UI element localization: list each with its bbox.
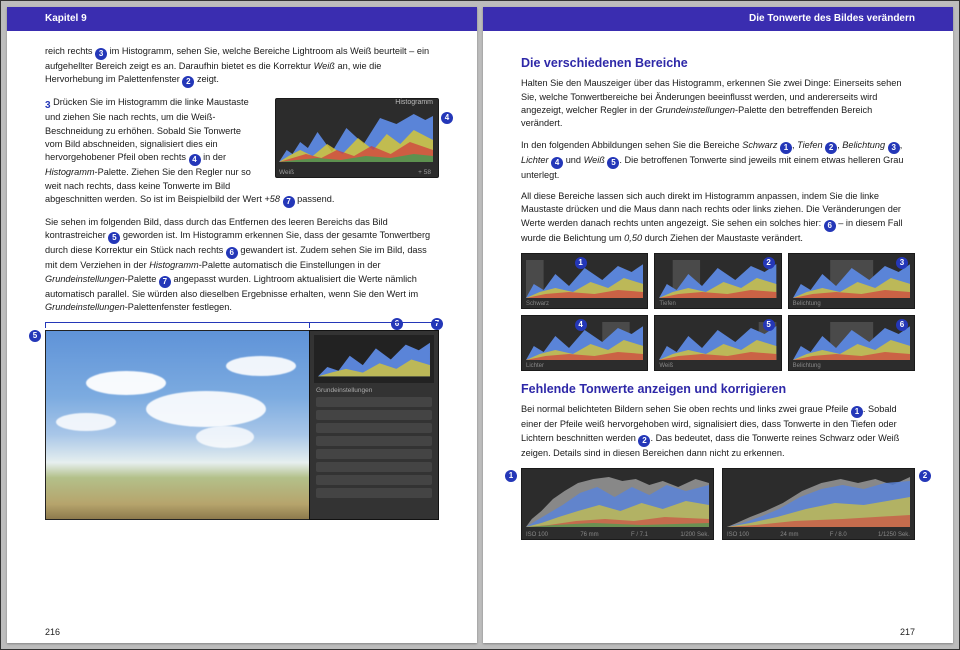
page-left: Kapitel 9 reich rechts 3 im Histogramm, …	[7, 7, 477, 643]
histogram-label: Histogramm	[395, 99, 433, 106]
callout-2: 2	[763, 257, 775, 269]
callout-2: 2	[638, 435, 650, 447]
thumb-lichter: Lichter 4	[521, 315, 648, 371]
callout-5: 5	[607, 157, 619, 169]
callout-4: 4	[551, 157, 563, 169]
page-number: 216	[45, 627, 60, 637]
thumb-belichtung: Belichtung 3	[788, 253, 915, 309]
heading-missing-tones: Fehlende Tonwerte anzeigen und korrigier…	[521, 381, 915, 397]
wide-histogram-2: ISO 10024 mmF / 8.01/1250 Sek.	[722, 468, 915, 540]
thumb-schwarz: Schwarz 1	[521, 253, 648, 309]
paragraph: reich rechts 3 im Histogramm, sehen Sie,…	[45, 45, 439, 88]
paragraph: Sie sehen im folgenden Bild, dass durch …	[45, 216, 439, 314]
chapter-header: Kapitel 9	[7, 7, 477, 31]
heading-regions: Die verschiedenen Bereiche	[521, 55, 915, 71]
panel-section-label: Grundeinstellungen	[316, 387, 432, 394]
callout-6: 6	[226, 247, 238, 259]
callout-6: 6	[896, 319, 908, 331]
callout-7: 7	[159, 276, 171, 288]
thumb-tiefen: Tiefen 2	[654, 253, 781, 309]
callout-3: 3	[888, 142, 900, 154]
callout-2: 2	[182, 76, 194, 88]
callout-1: 1	[505, 470, 517, 482]
paragraph: Halten Sie den Mauszeiger über das Histo…	[521, 77, 915, 130]
callout-5: 5	[108, 232, 120, 244]
callout-5: 5	[763, 319, 775, 331]
paragraph: Bei normal belichteten Bildern sehen Sie…	[521, 403, 915, 460]
callout-4: 4	[441, 112, 453, 124]
callout-7: 7	[283, 196, 295, 208]
callout-2: 2	[825, 142, 837, 154]
callout-2: 2	[919, 470, 931, 482]
callout-6: 6	[824, 220, 836, 232]
callout-5: 5	[29, 330, 41, 342]
callout-1: 1	[780, 142, 792, 154]
histogram-plot	[279, 110, 433, 162]
callout-1: 1	[575, 257, 587, 269]
callout-1: 1	[851, 406, 863, 418]
histogram-thumbnail: Histogramm Weiß+ 58 4	[269, 98, 439, 178]
callout-3: 3	[95, 48, 107, 60]
wide-histogram-1: ISO 10076 mmF / 7.11/200 Sek.	[521, 468, 714, 540]
thumb-weiss: Weiß 5	[654, 315, 781, 371]
callout-4: 4	[189, 154, 201, 166]
callout-3: 3	[896, 257, 908, 269]
callout-4: 4	[575, 319, 587, 331]
paragraph: In den folgenden Abbildungen sehen Sie d…	[521, 139, 915, 182]
histogram-grid: Schwarz 1 Tiefen 2 Belichtung 3	[521, 253, 915, 371]
page-right: Die Tonwerte des Bildes verändern Die ve…	[483, 7, 953, 643]
thumb-belichtung-drag: Belichtung 6	[788, 315, 915, 371]
page-number: 217	[900, 627, 915, 637]
histogram-pair: 1 ISO 10076 mmF / 7.11/200 Sek.	[521, 468, 915, 540]
main-figure: 5 6 7	[45, 322, 439, 527]
develop-panel: Grundeinstellungen	[309, 330, 439, 520]
paragraph: All diese Bereiche lassen sich auch dire…	[521, 190, 915, 245]
book-spread: Kapitel 9 reich rechts 3 im Histogramm, …	[0, 0, 960, 650]
photo-preview	[45, 330, 313, 520]
running-head: Die Tonwerte des Bildes verändern	[483, 7, 953, 31]
panel-histogram	[314, 335, 434, 383]
